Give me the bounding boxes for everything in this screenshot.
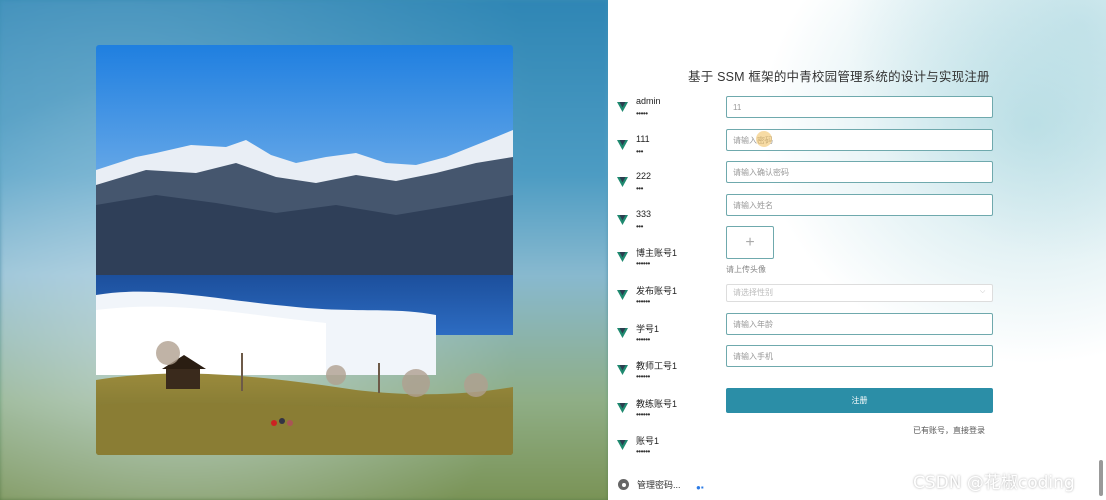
landscape-photo xyxy=(96,45,513,455)
vue-logo-icon xyxy=(617,327,628,338)
autocomplete-item[interactable]: 教练账号1 •••••• xyxy=(608,393,718,431)
key-icon[interactable]: ●▪ xyxy=(696,483,704,492)
autocomplete-username: 222 xyxy=(636,171,652,182)
vue-logo-icon xyxy=(617,365,628,376)
autocomplete-item[interactable]: 发布账号1 •••••• xyxy=(608,280,718,318)
autocomplete-item[interactable]: admin ••••• xyxy=(608,92,718,130)
autocomplete-username: 教练账号1 xyxy=(636,398,678,409)
autocomplete-username: 学号1 xyxy=(636,323,660,334)
autocomplete-item[interactable]: 博主账号1 •••••• xyxy=(608,242,718,280)
vue-logo-icon xyxy=(617,252,628,263)
upload-hint: 请上传头像 xyxy=(726,265,766,274)
age-input[interactable] xyxy=(726,313,993,335)
username-input[interactable] xyxy=(726,96,993,118)
mouse-cursor-highlight xyxy=(756,131,772,147)
settings-icon xyxy=(618,479,629,490)
manage-passwords-label: 管理密码... xyxy=(637,480,681,490)
gender-select[interactable]: 请选择性别 xyxy=(726,284,993,302)
vue-logo-icon xyxy=(617,139,628,150)
autocomplete-username: 333 xyxy=(636,208,652,219)
vue-logo-icon xyxy=(617,214,628,225)
vue-logo-icon xyxy=(617,102,628,112)
vue-logo-icon xyxy=(617,177,628,188)
confirm-password-input[interactable] xyxy=(726,161,993,183)
scrollbar[interactable] xyxy=(1099,460,1103,496)
autocomplete-username: 教师工号1 xyxy=(636,361,678,372)
plus-icon: + xyxy=(745,233,755,251)
autocomplete-item[interactable]: 333 ••• xyxy=(608,205,718,243)
autocomplete-password: •••••• xyxy=(636,447,650,457)
phone-input[interactable] xyxy=(726,345,993,367)
autocomplete-username: admin xyxy=(636,96,661,106)
autocomplete-item[interactable]: 222 ••• xyxy=(608,167,718,205)
autocomplete-password: ••• xyxy=(636,146,643,156)
autocomplete-password: •••••• xyxy=(636,296,650,306)
avatar-upload-button[interactable]: + xyxy=(726,226,774,259)
gender-select-placeholder: 请选择性别 xyxy=(733,288,773,297)
autocomplete-password: ••• xyxy=(636,184,643,194)
autocomplete-password: ••••• xyxy=(636,109,648,118)
login-link[interactable]: 已有账号，直接登录 xyxy=(913,425,985,436)
watermark: CSDN @花椒coding xyxy=(913,473,1075,493)
autocomplete-password: •••••• xyxy=(636,334,650,344)
autocomplete-username: 账号1 xyxy=(636,436,660,447)
register-panel: 基于 SSM 框架的中青校园管理系统的设计与实现注册 admin ••••• 1… xyxy=(608,0,1106,500)
autocomplete-item[interactable]: 学号1 •••••• xyxy=(608,318,718,356)
name-input[interactable] xyxy=(726,194,993,216)
autocomplete-password: ••• xyxy=(636,221,643,231)
vue-logo-icon xyxy=(617,289,628,300)
autocomplete-username: 博主账号1 xyxy=(636,248,678,259)
autocomplete-password: •••••• xyxy=(636,372,650,382)
register-button[interactable]: 注册 xyxy=(726,388,993,413)
form-title: 基于 SSM 框架的中青校园管理系统的设计与实现注册 xyxy=(688,70,990,84)
autocomplete-item[interactable]: 111 ••• xyxy=(608,130,718,168)
autocomplete-username: 发布账号1 xyxy=(636,285,678,296)
autocomplete-item[interactable]: 教师工号1 •••••• xyxy=(608,355,718,393)
password-autocomplete-list: admin ••••• 111 ••• 222 ••• 333 ••• 博主账号… xyxy=(608,92,718,468)
autocomplete-password: •••••• xyxy=(636,409,650,419)
vue-logo-icon xyxy=(617,402,628,413)
manage-passwords-button[interactable]: 管理密码... xyxy=(618,478,681,491)
autocomplete-password: •••••• xyxy=(636,259,650,269)
vue-logo-icon xyxy=(617,440,628,451)
autocomplete-username: 111 xyxy=(636,133,650,144)
autocomplete-item[interactable]: 账号1 •••••• xyxy=(608,430,718,468)
chevron-down-icon: ⌵ xyxy=(980,288,986,295)
